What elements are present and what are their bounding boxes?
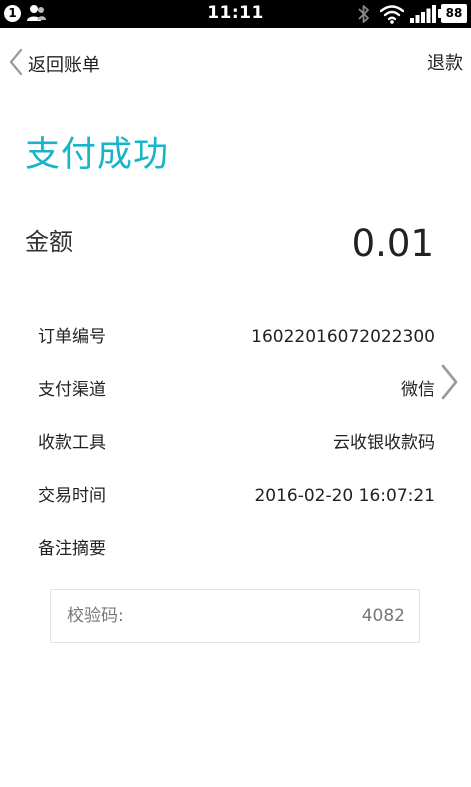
verification-code-box: 校验码: 4082 xyxy=(50,589,420,643)
detail-row-payment-tool: 收款工具 云收银收款码 xyxy=(38,427,435,459)
battery-icon: 88 xyxy=(438,4,467,23)
payment-channel-label: 支付渠道 xyxy=(38,380,106,400)
back-button[interactable]: 返回账单 xyxy=(8,48,100,80)
status-bar: 1 11:11 88 xyxy=(0,0,471,28)
verification-code-label: 校验码: xyxy=(67,606,124,626)
bluetooth-icon xyxy=(357,3,371,29)
payment-tool-label: 收款工具 xyxy=(38,433,106,453)
detail-row-payment-channel[interactable]: 支付渠道 微信 xyxy=(38,374,435,406)
transaction-time-label: 交易时间 xyxy=(38,486,106,506)
amount-label: 金额 xyxy=(25,228,73,256)
chevron-right-icon[interactable] xyxy=(438,362,460,406)
wifi-icon xyxy=(379,4,405,28)
amount-value: 0.01 xyxy=(351,222,434,265)
remark-label: 备注摘要 xyxy=(38,539,106,559)
verification-code-value: 4082 xyxy=(361,606,405,626)
refund-button[interactable]: 退款 xyxy=(427,48,463,80)
page-title: 支付成功 xyxy=(25,135,170,175)
payment-channel-value: 微信 xyxy=(401,380,435,400)
detail-row-transaction-time: 交易时间 2016-02-20 16:07:21 xyxy=(38,480,435,512)
detail-row-remark: 备注摘要 xyxy=(38,533,435,565)
transaction-time-value: 2016-02-20 16:07:21 xyxy=(254,486,435,506)
payment-tool-value: 云收银收款码 xyxy=(333,433,435,453)
signal-icon xyxy=(410,5,436,27)
order-number-value: 16022016072022300 xyxy=(251,327,435,347)
chevron-left-icon xyxy=(8,47,24,81)
back-button-label: 返回账单 xyxy=(28,55,100,76)
order-number-label: 订单编号 xyxy=(38,327,106,347)
detail-row-order-number: 订单编号 16022016072022300 xyxy=(38,321,435,353)
